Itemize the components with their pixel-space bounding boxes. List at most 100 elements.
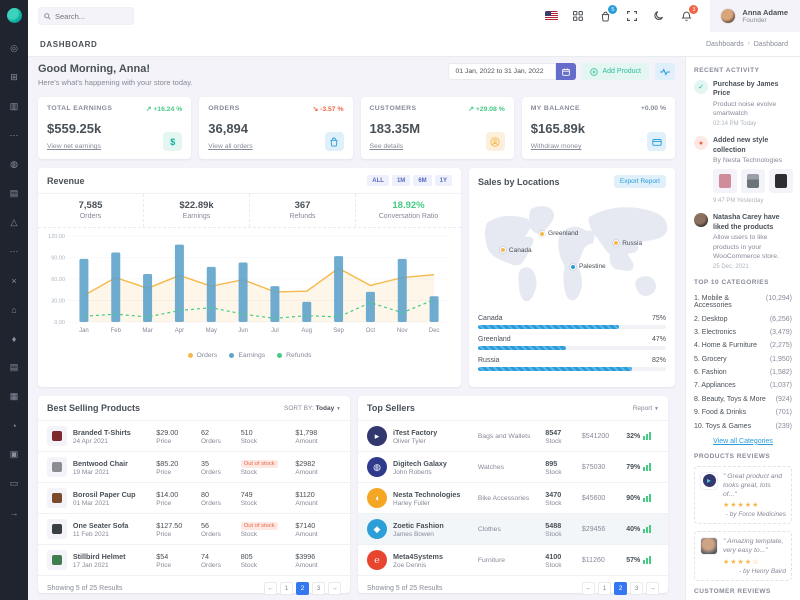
seller-row[interactable]: ▸iTest FactoryOliver TylerBags and Walle… [358, 420, 668, 451]
page-1[interactable]: 1 [598, 582, 611, 595]
page-next[interactable]: → [328, 582, 341, 595]
activity-item-purchase[interactable]: ✓ Purchase by James Price Product noise … [694, 80, 792, 128]
dark-mode-moon-icon[interactable] [652, 9, 666, 23]
account-icon[interactable]: ◍ [0, 150, 28, 179]
notifications-icon[interactable]: △ [0, 208, 28, 237]
map-marker-greenland[interactable]: Greenland [539, 230, 578, 237]
svg-text:Aug: Aug [301, 328, 312, 334]
table-icon[interactable]: ▦ [0, 382, 28, 411]
clock-icon[interactable]: ◔ [0, 411, 28, 440]
category-row[interactable]: 2. Desktop(6,256) [694, 312, 792, 325]
map-marker-canada[interactable]: Canada [500, 247, 532, 254]
export-icon[interactable]: → [0, 498, 28, 527]
map-marker-russia[interactable]: Russia [613, 240, 642, 247]
customer-reviews-header: CUSTOMER REVIEWS [694, 588, 792, 595]
page-2[interactable]: 2 [614, 582, 627, 595]
apps-grid-icon[interactable] [571, 9, 585, 23]
apps-icon[interactable]: ⊞ [0, 63, 28, 92]
flask-icon[interactable]: ♦ [0, 324, 28, 353]
language-flag-icon[interactable] [544, 9, 558, 23]
briefcase-icon[interactable]: ⌂ [0, 295, 28, 324]
page-1[interactable]: 1 [280, 582, 293, 595]
legend-earnings[interactable]: Earnings [229, 352, 265, 359]
filter-all[interactable]: ALL [367, 175, 389, 186]
chart-icon[interactable]: ▣ [0, 440, 28, 469]
product-thumb-tripod[interactable] [741, 169, 765, 193]
layouts-icon[interactable]: ▥ [0, 92, 28, 121]
fullscreen-icon[interactable] [625, 9, 639, 23]
product-row[interactable]: Bentwood Chair19 Mar 2021$85.20Price35Or… [38, 451, 350, 482]
page-3[interactable]: 3 [630, 582, 643, 595]
legend-orders[interactable]: Orders [188, 352, 218, 359]
seller-row[interactable]: ◆Zoetic FashionJames BowenClothes5488Sto… [358, 513, 668, 544]
app-logo[interactable] [0, 0, 28, 30]
page-prev[interactable]: ← [582, 582, 595, 595]
export-report-button[interactable]: Export Report [614, 175, 666, 188]
report-dropdown[interactable]: Report ▼ [633, 405, 659, 412]
category-row[interactable]: 7. Appliances(1,037) [694, 379, 792, 392]
sort-by-dropdown[interactable]: SORT BY: Today ▼ [284, 405, 341, 412]
dots-icon[interactable]: ⋯ [0, 121, 28, 150]
stat-link[interactable]: See details [370, 143, 404, 150]
stat-link[interactable]: View all orders [208, 143, 252, 150]
product-review-2[interactable]: " Amazing template, very easy to..." ★★★… [694, 531, 792, 580]
chart-legend: Orders Earnings Refunds [38, 351, 461, 363]
category-row[interactable]: 4. Home & Furniture(2,275) [694, 339, 792, 352]
activity-item-liked[interactable]: Natasha Carey have liked the products Al… [694, 213, 792, 270]
category-row[interactable]: 3. Electronics(3,479) [694, 326, 792, 339]
bag-icon [325, 132, 344, 151]
category-row[interactable]: 9. Food & Drinks(701) [694, 406, 792, 419]
cart-icon[interactable]: 5 [598, 9, 612, 23]
product-thumb-jacket[interactable] [713, 169, 737, 193]
page-prev[interactable]: ← [264, 582, 277, 595]
product-row[interactable]: Borosil Paper Cup01 Mar 2021$14.00Price8… [38, 482, 350, 513]
revenue-chart[interactable]: 0.0030.0060.0090.00120.00JanFebMarAprMay… [38, 228, 461, 351]
category-row[interactable]: 1. Mobile & Accessories(10,294) [694, 292, 792, 312]
stat-link[interactable]: Withdraw money [531, 143, 582, 150]
dots-icon-2[interactable]: ⋯ [0, 237, 28, 266]
seller-row[interactable]: ◖Nesta TechnologiesHarley FullerBike Acc… [358, 482, 668, 513]
product-row[interactable]: Branded T-Shirts24 Apr 2021$29.00Price62… [38, 420, 350, 451]
product-row[interactable]: One Seater Sofa11 Feb 2021$127.50Price56… [38, 513, 350, 544]
product-thumb-bag[interactable] [769, 169, 793, 193]
world-map[interactable]: Greenland Canada Russia Palestine [469, 195, 675, 313]
activity-pulse-button[interactable] [655, 63, 675, 80]
map-icon[interactable]: ▭ [0, 469, 28, 498]
category-row[interactable]: 6. Fashion(1,582) [694, 366, 792, 379]
stat-link[interactable]: View net earnings [47, 143, 101, 150]
notifications-bell-icon[interactable]: 3 [679, 9, 693, 23]
dashboard-icon[interactable]: ◎ [0, 34, 28, 63]
ecommerce-dashboard: ◎⊞▥⋯◍▤△⋯×⌂♦▤▦◔▣▭→ 5 3 [0, 0, 800, 600]
page-2[interactable]: 2 [296, 582, 309, 595]
map-marker-palestine[interactable]: Palestine [570, 263, 606, 270]
idcard-icon[interactable]: ▤ [0, 179, 28, 208]
search-input[interactable] [55, 12, 127, 21]
page-next[interactable]: → [646, 582, 659, 595]
location-row-greenland: Greenland47% [478, 336, 666, 350]
revenue-title: Revenue [47, 176, 85, 186]
add-product-button[interactable]: Add Product [582, 63, 649, 80]
breadcrumb-parent[interactable]: Dashboards [706, 41, 744, 48]
product-review-1[interactable]: ▸ " Great product and looks great, lots … [694, 466, 792, 525]
category-row[interactable]: 5. Grocery(1,950) [694, 352, 792, 365]
view-all-categories-link[interactable]: View all Categories [694, 438, 792, 445]
legend-refunds[interactable]: Refunds [277, 352, 311, 359]
close-icon[interactable]: × [0, 266, 28, 295]
top-sellers-title: Top Sellers [367, 403, 415, 413]
search-box[interactable] [38, 7, 134, 25]
seller-row[interactable]: ◍Digitech GalaxyJohn RobertsWatches895St… [358, 451, 668, 482]
product-row[interactable]: Stillbird Helmet17 Jan 2021$54Price74Ord… [38, 544, 350, 575]
revenue-card: Revenue ALL 1M 6M 1Y 7,585Orders $22.89k… [38, 168, 461, 387]
invoice-icon[interactable]: ▤ [0, 353, 28, 382]
seller-row[interactable]: ℮Meta4SystemsZoe DennisFurniture4100Stoc… [358, 544, 668, 575]
filter-6m[interactable]: 6M [413, 175, 431, 186]
user-menu[interactable]: Anna Adame Founder [710, 0, 800, 32]
page-3[interactable]: 3 [312, 582, 325, 595]
date-range-input[interactable]: 01 Jan, 2022 to 31 Jan, 2022 [448, 63, 556, 80]
activity-item-style-collection[interactable]: ● Added new style collection By Nesta Te… [694, 136, 792, 205]
filter-1y[interactable]: 1Y [435, 175, 452, 186]
filter-1m[interactable]: 1M [392, 175, 410, 186]
calendar-button[interactable] [556, 63, 576, 80]
category-row[interactable]: 10. Toys & Games(239) [694, 419, 792, 432]
category-row[interactable]: 8. Beauty, Toys & More(924) [694, 393, 792, 406]
